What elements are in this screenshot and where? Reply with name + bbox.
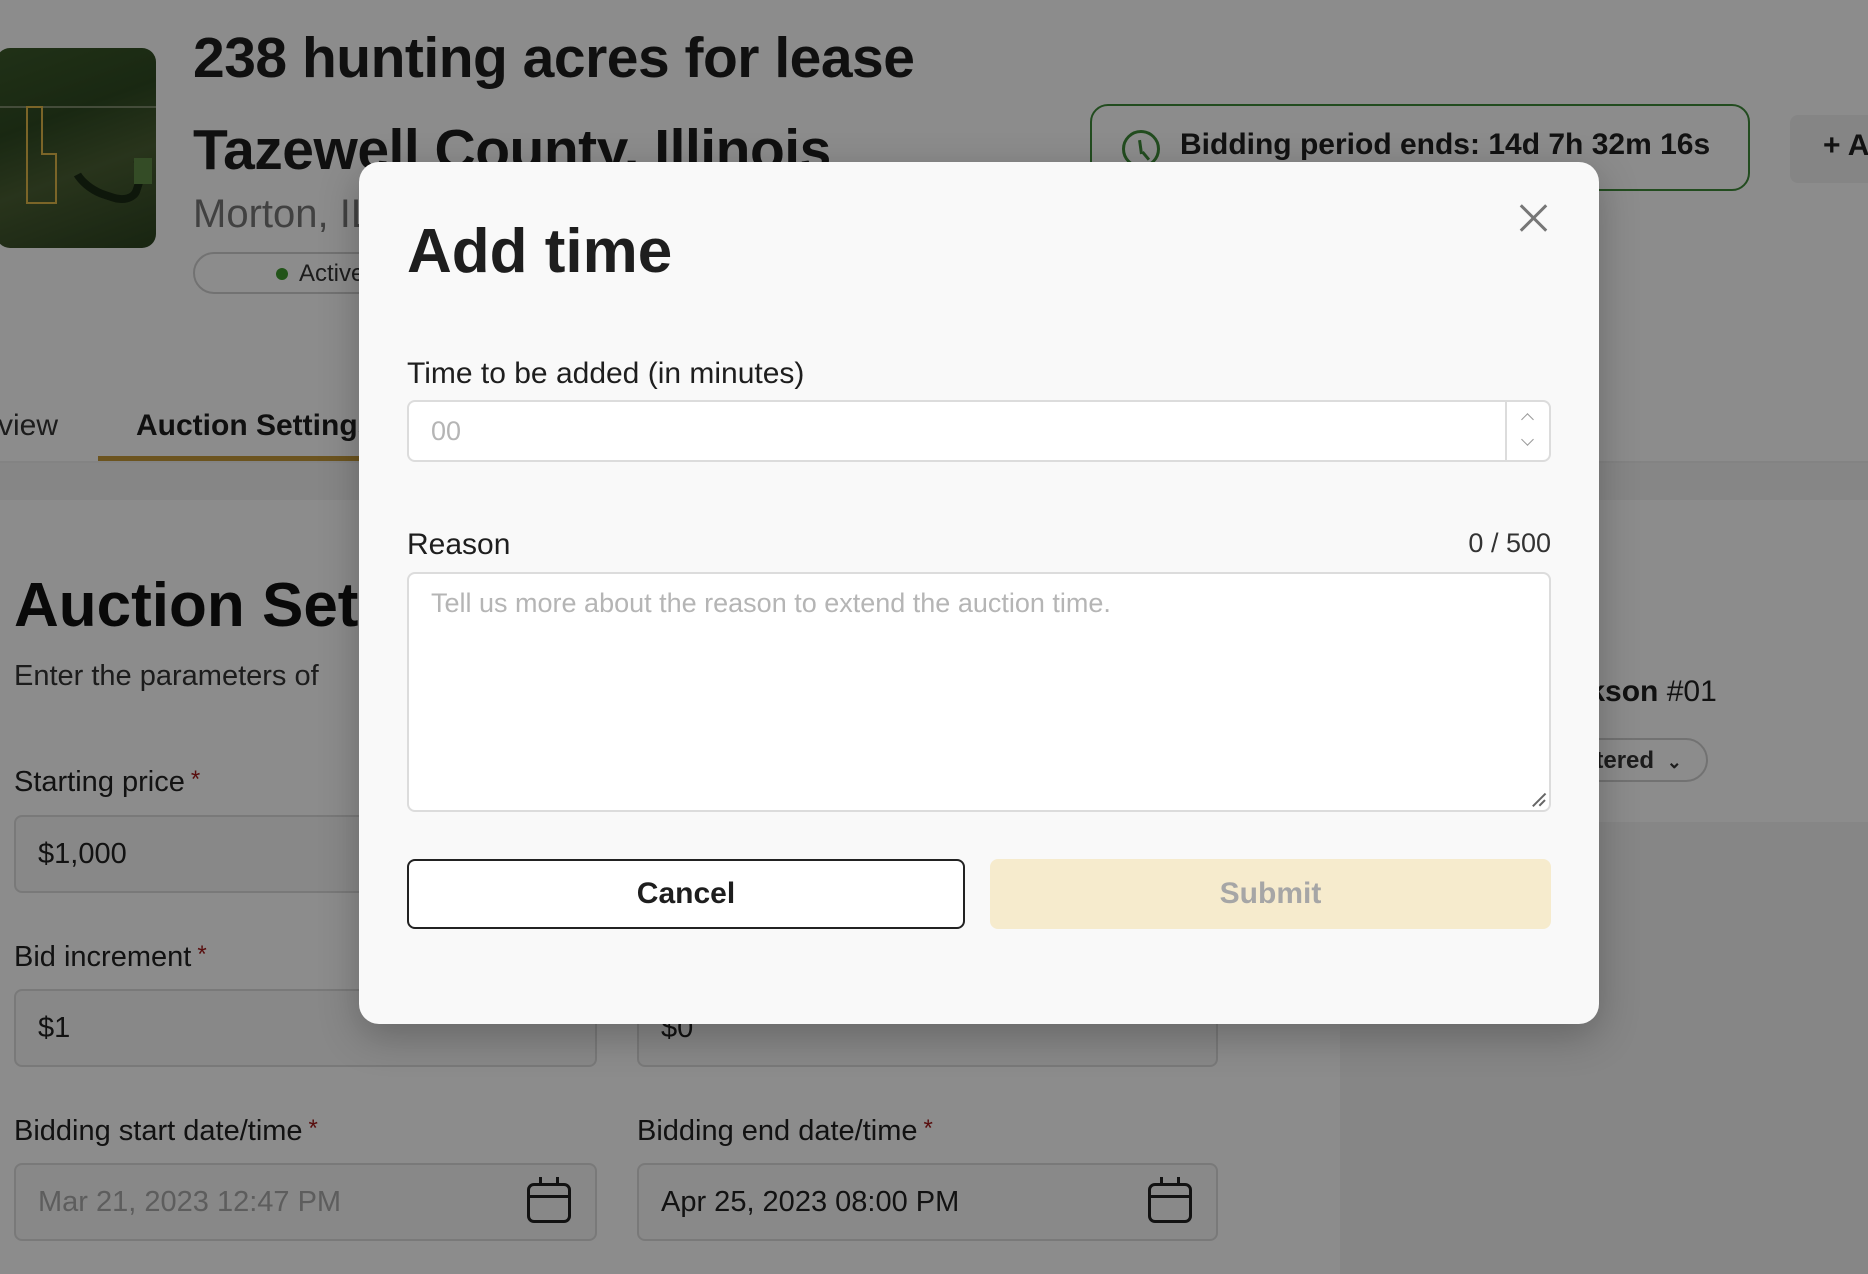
time-to-add-field[interactable] (407, 400, 1551, 462)
submit-button[interactable]: Submit (990, 859, 1551, 929)
reason-field[interactable] (407, 572, 1551, 812)
close-icon[interactable] (1513, 198, 1553, 238)
chevron-down-icon[interactable] (1507, 431, 1549, 460)
minutes-input[interactable] (409, 402, 1505, 460)
cancel-button[interactable]: Cancel (407, 859, 965, 929)
add-time-dialog: Add time Time to be added (in minutes) R… (359, 162, 1599, 1024)
chevron-up-icon[interactable] (1507, 402, 1549, 431)
reason-textarea[interactable] (409, 574, 1549, 810)
resize-handle-icon[interactable] (1531, 792, 1545, 806)
time-to-add-label: Time to be added (in minutes) (407, 357, 805, 390)
character-counter: 0 / 500 (1468, 528, 1551, 558)
number-stepper[interactable] (1505, 402, 1549, 460)
reason-label: Reason (407, 528, 511, 561)
dialog-title: Add time (407, 217, 673, 286)
